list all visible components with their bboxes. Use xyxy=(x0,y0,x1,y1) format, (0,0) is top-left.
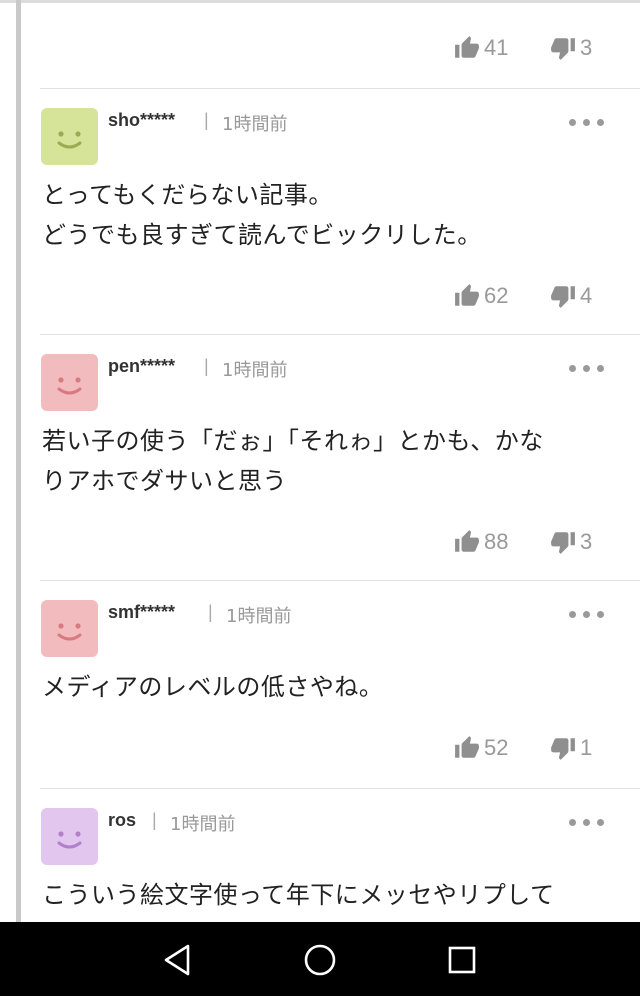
timestamp: 1時間前 xyxy=(222,114,288,135)
comment-text: とってもくだらない記事。 どうでも良すぎて読んでビックリした。 xyxy=(42,175,482,255)
like-button[interactable]: 62 xyxy=(454,281,508,311)
comment-line: メディアのレベルの低さやね。 xyxy=(42,673,384,701)
separator: | xyxy=(204,356,209,376)
like-count: 41 xyxy=(484,35,509,60)
comment-item: sho***** | 1時間前 とってもくだらない記事。 どうでも良すぎて読んで… xyxy=(40,88,640,335)
comment-text: こういう絵文字使って年下にメッセやリプして xyxy=(42,875,555,915)
top-edge xyxy=(0,0,640,3)
separator: | xyxy=(208,602,213,622)
dislike-button[interactable]: 3 xyxy=(550,527,592,557)
more-options-icon[interactable] xyxy=(569,611,607,621)
comment-line: りアホでダサいと思う xyxy=(42,467,287,495)
dislike-count: 4 xyxy=(580,283,593,308)
dislike-button[interactable]: 4 xyxy=(550,281,592,311)
comment-line: 若い子の使う「だぉ」「それゎ」とかも、かな xyxy=(42,427,544,455)
smiley-icon xyxy=(57,377,82,395)
thumbs-down-icon xyxy=(551,286,575,308)
avatar[interactable] xyxy=(41,108,98,165)
like-count: 62 xyxy=(484,283,509,308)
avatar[interactable] xyxy=(41,808,98,865)
comment-actions: 52 1 xyxy=(454,733,604,763)
separator: | xyxy=(152,810,157,830)
comment-line: とってもくだらない記事。 xyxy=(42,181,333,209)
more-options-icon[interactable] xyxy=(569,819,607,829)
dislike-count: 1 xyxy=(580,735,593,760)
thread-line xyxy=(16,0,21,922)
thumbs-up-icon xyxy=(455,284,479,306)
username[interactable]: pen***** xyxy=(108,356,175,377)
comment-actions: 62 4 xyxy=(454,281,604,311)
smiley-icon xyxy=(57,831,82,849)
comment-text: 若い子の使う「だぉ」「それゎ」とかも、かな りアホでダサいと思う xyxy=(42,421,544,501)
like-button[interactable]: 88 xyxy=(454,527,508,557)
comment-line: こういう絵文字使って年下にメッセやリプして xyxy=(42,881,555,909)
username[interactable]: sho***** xyxy=(108,110,175,131)
username[interactable]: smf***** xyxy=(108,602,175,623)
dislike-count: 3 xyxy=(580,529,593,554)
comment-item: smf***** | 1時間前 メディアのレベルの低さやね。 52 1 xyxy=(40,580,640,788)
more-options-icon[interactable] xyxy=(569,365,607,375)
comment-line: どうでも良すぎて読んでビックリした。 xyxy=(42,221,482,249)
like-count: 88 xyxy=(484,529,509,554)
thumbs-down-icon xyxy=(551,738,575,760)
thumbs-up-icon xyxy=(455,736,479,758)
dislike-button[interactable]: 3 xyxy=(550,33,592,63)
like-button[interactable]: 52 xyxy=(454,733,508,763)
like-count: 52 xyxy=(484,735,509,760)
avatar[interactable] xyxy=(41,600,98,657)
more-options-icon[interactable] xyxy=(569,119,607,129)
home-icon[interactable] xyxy=(300,940,340,980)
smiley-icon xyxy=(57,131,82,149)
thumbs-up-icon xyxy=(455,530,479,552)
username[interactable]: ros xyxy=(108,810,136,831)
recents-icon[interactable] xyxy=(442,940,482,980)
thumbs-up-icon xyxy=(455,36,479,58)
comment-actions: 88 3 xyxy=(454,527,604,557)
back-icon[interactable] xyxy=(158,940,198,980)
like-button[interactable]: 41 xyxy=(454,33,508,63)
comment-item: pen***** | 1時間前 若い子の使う「だぉ」「それゎ」とかも、かな りア… xyxy=(40,334,640,581)
avatar[interactable] xyxy=(41,354,98,411)
separator: | xyxy=(204,110,209,130)
comment-item: ros | 1時間前 こういう絵文字使って年下にメッセやリプして xyxy=(40,788,640,922)
timestamp: 1時間前 xyxy=(226,606,292,627)
previous-comment-actions: 41 3 xyxy=(454,33,604,63)
navigation-bar xyxy=(0,922,640,996)
dislike-count: 3 xyxy=(580,35,593,60)
timestamp: 1時間前 xyxy=(222,360,288,381)
thumbs-down-icon xyxy=(551,38,575,60)
timestamp: 1時間前 xyxy=(170,814,236,835)
comment-text: メディアのレベルの低さやね。 xyxy=(42,667,383,707)
dislike-button[interactable]: 1 xyxy=(550,733,592,763)
smiley-icon xyxy=(57,623,82,641)
thumbs-down-icon xyxy=(551,532,575,554)
